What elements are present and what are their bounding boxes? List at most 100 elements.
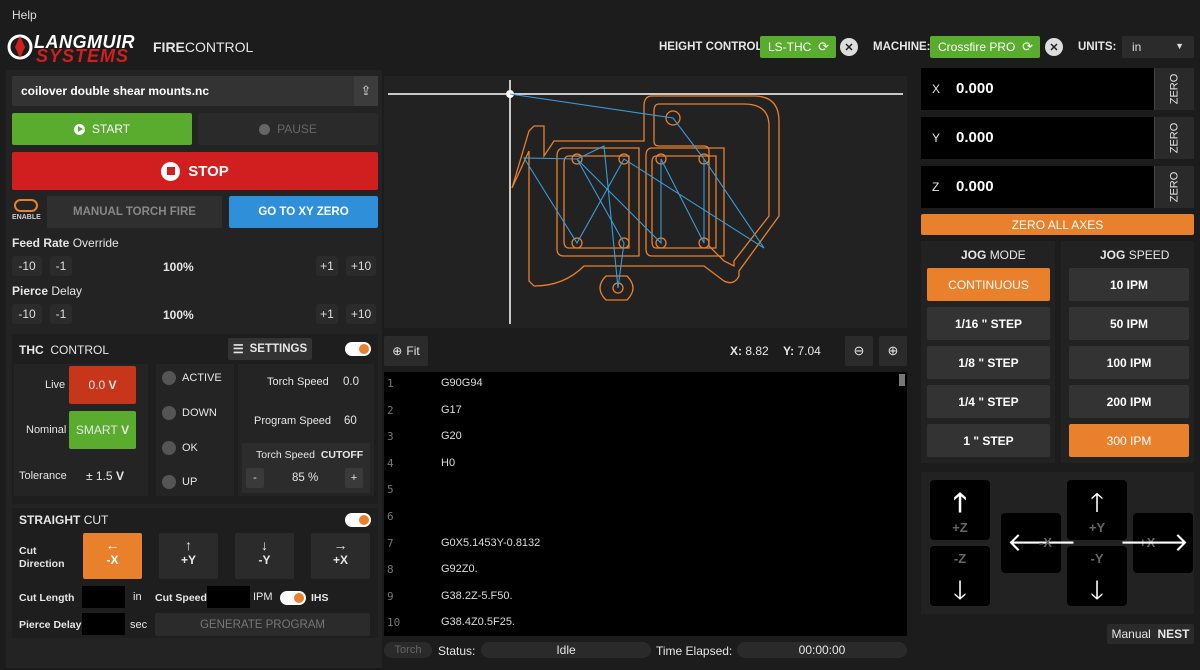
jog-pos-z-button[interactable]: 🡑 +Z	[930, 480, 990, 540]
dir-pos-x-button[interactable]: → +X	[311, 533, 370, 579]
feed-rate-minus10-button[interactable]: -10	[12, 256, 42, 276]
refresh-icon[interactable]: ⟳	[1022, 39, 1033, 55]
manual-nest-toggle[interactable]: Manual NEST	[1107, 624, 1194, 644]
pierce-delay-minus1-button[interactable]: -1	[50, 304, 72, 324]
machine-select[interactable]: Crossfire PRO ⟳	[930, 36, 1040, 58]
menu-help[interactable]: Help	[12, 8, 37, 22]
thc-tolerance-value[interactable]: ± 1.5 V	[86, 469, 124, 483]
pause-button[interactable]: PAUSE	[198, 113, 378, 145]
go-to-xy-zero-button[interactable]: GO TO XY ZERO	[229, 196, 378, 228]
jog-speed-option[interactable]: 100 IPM	[1069, 346, 1189, 379]
feed-rate-plus10-button[interactable]: +10	[346, 256, 376, 276]
gcode-scrollbar[interactable]	[899, 374, 905, 386]
thc-tolerance-label: Tolerance	[19, 470, 67, 482]
gcode-line[interactable]: 2 G17	[384, 404, 884, 420]
time-elapsed-label: Time Elapsed:	[656, 644, 733, 658]
gcode-line[interactable]: 4 H0	[384, 457, 884, 473]
feed-rate-plus1-button[interactable]: +1	[316, 256, 338, 276]
cut-speed-input[interactable]	[207, 586, 250, 608]
jog-neg-x-button[interactable]: 🡐 -X	[1001, 513, 1077, 573]
jog-speed-option[interactable]: 50 IPM	[1069, 307, 1189, 340]
gcode-line[interactable]: 10 G38.4Z0.5F25.	[384, 616, 884, 632]
feed-rate-minus1-button[interactable]: -1	[50, 256, 72, 276]
logo-line2: SYSTEMS	[36, 46, 130, 66]
gcode-line[interactable]: 9 G38.2Z-5.F50.	[384, 590, 884, 606]
torch-speed-label: Torch Speed	[267, 376, 329, 388]
settings-sliders-icon: ☰	[232, 342, 244, 356]
height-control-clear-button[interactable]: ✕	[840, 38, 858, 56]
gcode-line-number: 1	[387, 377, 394, 390]
gcode-line[interactable]: 7 G0X5.1453Y-0.8132	[384, 537, 884, 553]
gcode-line-number: 7	[387, 536, 394, 550]
dir-neg-y-button[interactable]: ↓ -Y	[235, 533, 294, 579]
straight-cut-toggle[interactable]	[345, 513, 371, 527]
dro-y-value: 0.000	[956, 129, 994, 146]
jog-speed-option[interactable]: 200 IPM	[1069, 385, 1189, 418]
dro-z-row: Z 0.000 ZERO	[921, 166, 1194, 208]
height-control-select[interactable]: LS-THC ⟳	[760, 36, 836, 58]
cut-length-input[interactable]	[82, 586, 125, 608]
pierce-delay-title: Pierce Delay	[12, 284, 83, 298]
zero-z-button[interactable]: ZERO	[1154, 166, 1194, 208]
jog-mode-option[interactable]: 1/16 " STEP	[927, 307, 1050, 340]
jog-pos-x-button[interactable]: +X 🡒	[1119, 513, 1193, 573]
arrow-down-icon: 🡓	[953, 575, 967, 605]
gcode-line[interactable]: 1 G90G94	[384, 377, 884, 393]
thc-enable-toggle[interactable]	[345, 342, 371, 356]
ihs-toggle[interactable]	[280, 591, 306, 605]
jog-neg-z-button[interactable]: -Z 🡓	[930, 546, 990, 606]
thc-settings-button[interactable]: ☰ SETTINGS	[228, 338, 312, 360]
zero-all-axes-button[interactable]: ZERO ALL AXES	[921, 214, 1194, 235]
stop-button[interactable]: STOP	[12, 152, 378, 190]
dir-pos-y-button[interactable]: ↑ +Y	[159, 533, 218, 579]
pierce-delay-plus1-button[interactable]: +1	[316, 304, 338, 324]
pierce-delay-minus10-button[interactable]: -10	[12, 304, 42, 324]
preview-x-readout: X: 8.82	[730, 344, 769, 358]
units-select[interactable]: in ▼	[1122, 36, 1194, 58]
jog-mode-option[interactable]: CONTINUOUS	[927, 268, 1050, 301]
dir-neg-x-button[interactable]: ← -X	[83, 533, 142, 579]
zero-y-button[interactable]: ZERO	[1154, 117, 1194, 159]
zero-x-button[interactable]: ZERO	[1154, 68, 1194, 110]
feed-rate-value: 100%	[163, 260, 194, 274]
fit-button[interactable]: ⊕ Fit	[384, 336, 428, 366]
manual-torch-fire-button[interactable]: MANUAL TORCH FIRE	[47, 196, 222, 228]
zoom-out-icon: ⊖	[853, 343, 865, 358]
arrow-left-icon: ←	[105, 537, 120, 553]
cutoff-minus-button[interactable]: -	[246, 468, 264, 488]
preview-toolbar	[384, 332, 907, 370]
gcode-editor[interactable]: 1 G90G94 2 G17 3 G20 4 H0 5 6 7 G0X5.1453Y-0.8132 8 G…	[384, 372, 907, 636]
pierce-delay-input[interactable]	[82, 613, 125, 635]
arrow-right-icon: 🡒	[1119, 527, 1189, 557]
jog-speed-option[interactable]: 10 IPM	[1069, 268, 1189, 301]
toolpath-preview[interactable]	[384, 76, 907, 328]
pierce-delay-plus10-button[interactable]: +10	[346, 304, 376, 324]
jog-speed-option[interactable]: 300 IPM	[1069, 424, 1189, 457]
dro-x-row: X 0.000 ZERO	[921, 68, 1194, 110]
gcode-line[interactable]: 8 G92Z0.	[384, 563, 884, 579]
cutoff-plus-button[interactable]: +	[345, 468, 363, 488]
gcode-line[interactable]: 6	[384, 510, 884, 526]
machine-value: Crossfire PRO	[938, 40, 1016, 54]
jog-mode-option[interactable]: 1/4 " STEP	[927, 385, 1050, 418]
start-button[interactable]: START	[12, 113, 192, 145]
cut-speed-label: Cut Speed	[155, 592, 207, 604]
enable-toggle[interactable]: ENABLE	[12, 198, 42, 226]
jog-mode-option[interactable]: 1/8 " STEP	[927, 346, 1050, 379]
machine-clear-button[interactable]: ✕	[1045, 38, 1063, 56]
jog-neg-y-button[interactable]: -Y 🡓	[1067, 546, 1127, 606]
thc-nominal-value[interactable]: SMART V	[69, 411, 136, 449]
jog-pos-y-button[interactable]: 🡑 +Y	[1067, 480, 1127, 540]
jog-mode-option[interactable]: 1 " STEP	[927, 424, 1050, 457]
zoom-out-button[interactable]: ⊖	[845, 336, 873, 366]
zoom-in-button[interactable]: ⊕	[879, 336, 907, 366]
gcode-line-number: 2	[387, 403, 394, 417]
height-control-label: HEIGHT CONTROL:	[659, 41, 767, 53]
app-title-rest: CONTROL	[184, 39, 254, 55]
gcode-line[interactable]: 5	[384, 483, 884, 499]
upload-button[interactable]: ⇪	[354, 76, 378, 106]
thc-live-label: Live	[45, 379, 66, 391]
generate-program-button[interactable]: GENERATE PROGRAM	[155, 613, 370, 636]
gcode-line[interactable]: 3 G20	[384, 430, 884, 446]
refresh-icon[interactable]: ⟳	[818, 39, 829, 55]
